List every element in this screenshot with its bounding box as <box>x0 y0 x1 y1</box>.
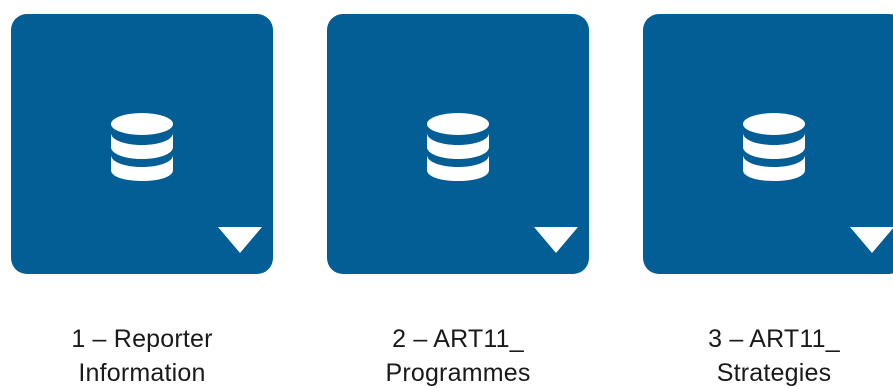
tile-label-line1: 1 – Reporter <box>71 325 213 353</box>
tile-art11-strategies[interactable] <box>643 14 893 274</box>
caret-down-icon[interactable] <box>850 227 893 253</box>
tile-label-line2: Strategies <box>716 359 832 387</box>
tile-label-line2: Programmes <box>385 359 531 387</box>
tile-art11-programmes[interactable] <box>327 14 589 274</box>
tile-grid: 1 – Reporter Information 2 – ART11_ Prog… <box>0 0 893 389</box>
database-icon <box>111 113 173 181</box>
tile-label-line1: 3 – ART11_ <box>708 325 840 353</box>
tile-label-line1: 2 – ART11_ <box>392 325 524 353</box>
tile-label-line2: Information <box>78 359 206 387</box>
tile-label: 1 – Reporter Information <box>11 322 273 389</box>
database-icon <box>743 113 805 181</box>
database-icon <box>427 113 489 181</box>
tile-label: 3 – ART11_ Strategies <box>643 322 893 389</box>
tile-label: 2 – ART11_ Programmes <box>327 322 589 389</box>
tile-reporter-information[interactable] <box>11 14 273 274</box>
caret-down-icon[interactable] <box>534 227 578 253</box>
caret-down-icon[interactable] <box>218 227 262 253</box>
